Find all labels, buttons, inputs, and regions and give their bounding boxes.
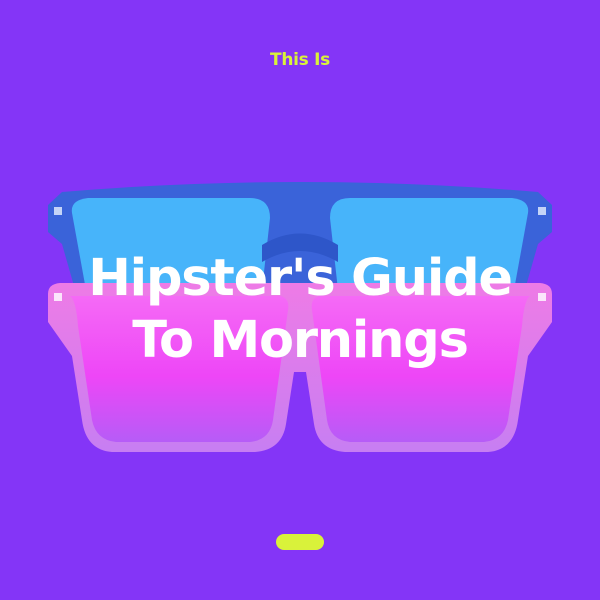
title-line-2: To Mornings [132, 311, 469, 370]
title-line-1: Hipster's Guide [88, 249, 513, 308]
kicker-text: This Is [270, 50, 330, 70]
playlist-title: Hipster's Guide To Mornings [0, 248, 600, 372]
playlist-cover: This Is Hipster's Guide To Mornings [0, 0, 600, 600]
accent-pill [276, 534, 324, 550]
